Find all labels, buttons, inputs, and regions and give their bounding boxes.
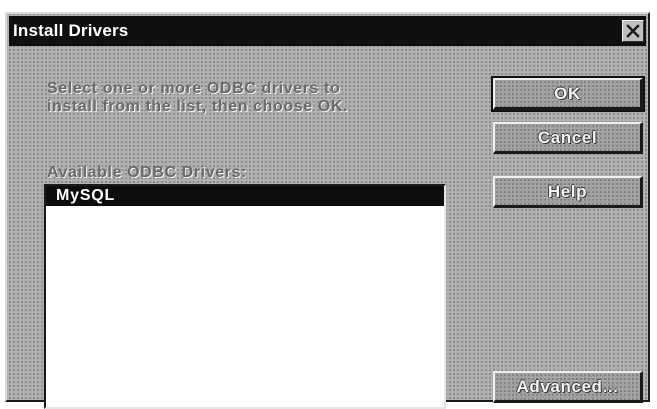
ok-button[interactable]: OK [491, 76, 645, 112]
cancel-button[interactable]: Cancel [493, 122, 643, 154]
instruction-text: Select one or more ODBC drivers to insta… [47, 80, 407, 116]
close-icon [626, 24, 640, 38]
driver-item-mysql[interactable]: MySQL [46, 186, 444, 206]
drivers-listbox[interactable]: MySQL [44, 184, 446, 409]
instruction-line-1: Select one or more ODBC drivers to [47, 80, 341, 97]
dialog-title: Install Drivers [13, 21, 129, 40]
available-drivers-label: Available ODBC Drivers: [47, 164, 247, 181]
help-button[interactable]: Help [493, 176, 643, 208]
advanced-button[interactable]: Advanced... [493, 371, 643, 403]
title-bar[interactable]: Install Drivers [9, 16, 646, 46]
instruction-line-2: install from the list, then choose OK. [47, 98, 349, 115]
close-button[interactable] [622, 20, 644, 42]
install-drivers-dialog: Install Drivers Select one or more ODBC … [5, 12, 650, 409]
